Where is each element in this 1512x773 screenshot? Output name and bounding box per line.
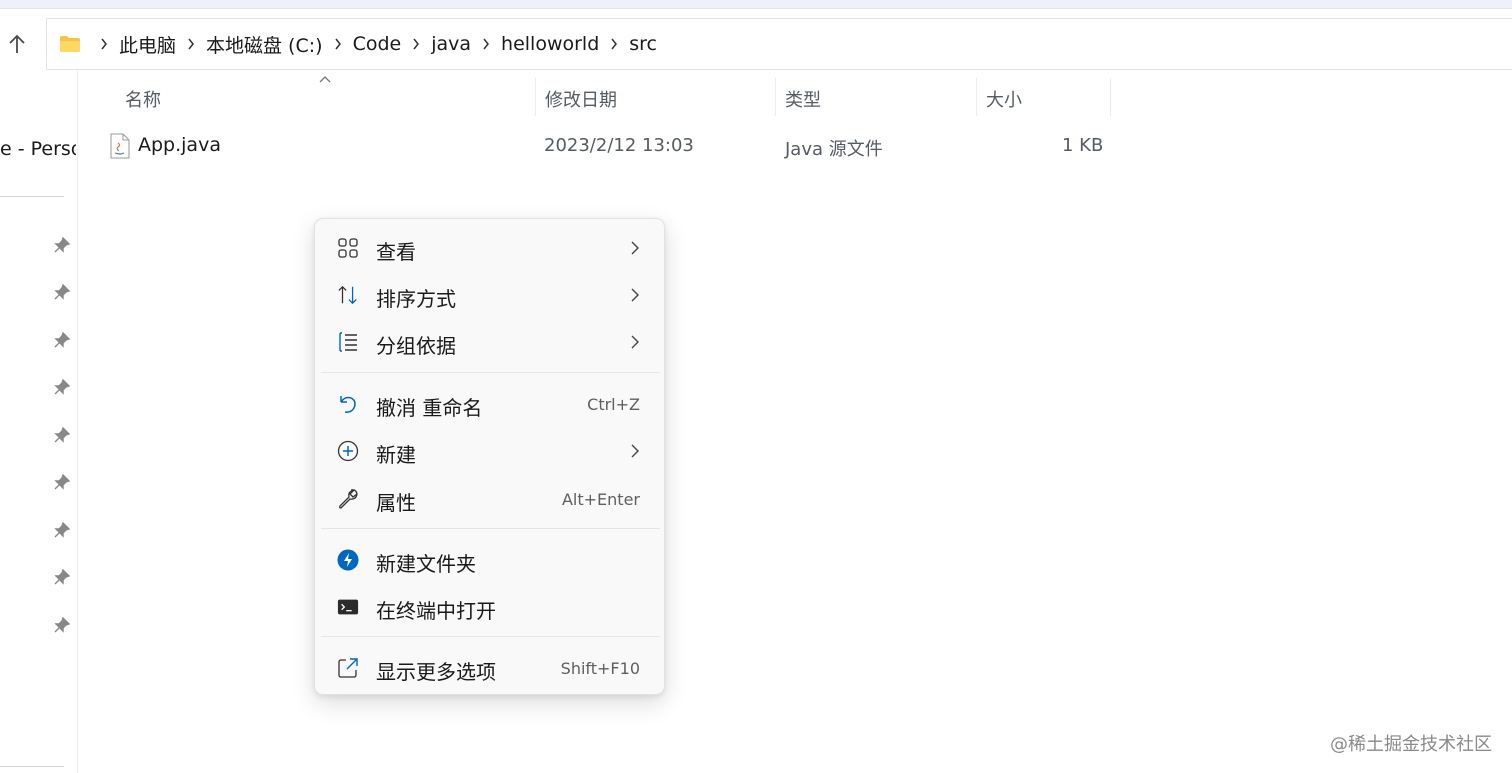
group-list-icon bbox=[337, 331, 359, 353]
breadcrumb-this-pc[interactable]: 此电脑 bbox=[115, 31, 180, 58]
menu-item-shortcut: Alt+Enter bbox=[561, 490, 640, 509]
file-row[interactable]: App.java 2023/2/12 13:03 Java 源文件 1 KB bbox=[104, 126, 1114, 166]
file-modified: 2023/2/12 13:03 bbox=[544, 135, 694, 156]
menu-item-label: 新建 bbox=[376, 443, 416, 467]
breadcrumb-code[interactable]: Code bbox=[349, 33, 406, 55]
chevron-right-icon bbox=[631, 241, 639, 255]
chevron-right-icon bbox=[405, 38, 427, 50]
column-separator[interactable] bbox=[976, 78, 977, 116]
java-file-icon bbox=[110, 133, 130, 159]
menu-item-label: 分组依据 bbox=[376, 334, 456, 358]
folder-icon bbox=[60, 36, 80, 52]
up-button[interactable] bbox=[3, 30, 31, 58]
menu-item-new-folder[interactable]: 新建文件夹 bbox=[321, 538, 660, 582]
chevron-right-icon bbox=[603, 38, 625, 50]
breadcrumb-java[interactable]: java bbox=[427, 33, 475, 55]
pin-icon bbox=[54, 426, 71, 443]
chevron-right-icon bbox=[93, 38, 115, 50]
column-header-modified[interactable]: 修改日期 bbox=[545, 86, 617, 112]
pin-icon bbox=[54, 331, 71, 348]
breadcrumb-local-disk[interactable]: 本地磁盘 (C:) bbox=[202, 31, 327, 58]
menu-item-new[interactable]: 新建 bbox=[321, 429, 660, 473]
column-separator[interactable] bbox=[1110, 78, 1111, 116]
pin-icon bbox=[54, 521, 71, 538]
chevron-right-icon bbox=[180, 38, 202, 50]
menu-separator bbox=[321, 528, 660, 529]
watermark: @稀土掘金技术社区 bbox=[1330, 734, 1492, 755]
new-folder-bolt-icon bbox=[337, 549, 359, 571]
pin-icon bbox=[54, 616, 71, 633]
undo-icon bbox=[337, 393, 359, 415]
pin-icon bbox=[54, 568, 71, 585]
chevron-right-icon bbox=[327, 38, 349, 50]
menu-item-label: 撤消 重命名 bbox=[376, 396, 483, 420]
menu-item-sort[interactable]: 排序方式 bbox=[321, 273, 660, 317]
chevron-right-icon bbox=[631, 444, 639, 458]
menu-item-view[interactable]: 查看 bbox=[321, 226, 660, 270]
pin-icon bbox=[54, 378, 71, 395]
sidebar-divider bbox=[77, 70, 78, 773]
chevron-right-icon bbox=[475, 38, 497, 50]
arrow-up-icon bbox=[9, 34, 25, 53]
chevron-right-icon bbox=[631, 335, 639, 349]
breadcrumb-helloworld[interactable]: helloworld bbox=[497, 33, 603, 55]
column-header-type[interactable]: 类型 bbox=[785, 86, 821, 112]
menu-separator bbox=[321, 636, 660, 637]
menu-item-label: 新建文件夹 bbox=[376, 552, 476, 576]
menu-item-label: 在终端中打开 bbox=[376, 599, 496, 623]
column-header-size[interactable]: 大小 bbox=[986, 86, 1022, 112]
terminal-icon bbox=[337, 596, 359, 618]
menu-item-undo-rename[interactable]: 撤消 重命名 Ctrl+Z bbox=[321, 382, 660, 426]
column-header-name[interactable]: 名称 bbox=[125, 86, 161, 112]
column-separator[interactable] bbox=[775, 78, 776, 116]
menu-item-label: 显示更多选项 bbox=[376, 660, 496, 684]
sidebar-separator bbox=[0, 196, 64, 197]
file-type: Java 源文件 bbox=[785, 139, 883, 160]
menu-item-properties[interactable]: 属性 Alt+Enter bbox=[321, 477, 660, 521]
sort-icon bbox=[337, 284, 359, 306]
menu-item-open-terminal[interactable]: 在终端中打开 bbox=[321, 585, 660, 629]
menu-item-group-by[interactable]: 分组依据 bbox=[321, 320, 660, 364]
menu-item-show-more-options[interactable]: 显示更多选项 Shift+F10 bbox=[321, 646, 660, 690]
file-name: App.java bbox=[138, 134, 221, 156]
menu-separator bbox=[321, 372, 660, 373]
menu-item-label: 排序方式 bbox=[376, 287, 456, 311]
pin-icon bbox=[54, 473, 71, 490]
breadcrumb-src[interactable]: src bbox=[625, 33, 661, 55]
pin-icon bbox=[54, 283, 71, 300]
address-bar[interactable]: 此电脑 本地磁盘 (C:) Code java helloworld src bbox=[46, 18, 1512, 70]
menu-item-label: 查看 bbox=[376, 240, 416, 264]
chevron-right-icon bbox=[631, 288, 639, 302]
open-external-icon bbox=[337, 657, 359, 679]
window-top-strip bbox=[0, 0, 1512, 9]
sort-ascending-icon bbox=[319, 76, 331, 83]
context-menu: 查看 排序方式 分组依据 撤消 重命名 Ctrl+Z 新建 属性 Alt+Ent… bbox=[314, 218, 665, 695]
sidebar-item-onedrive[interactable]: e - Persor bbox=[0, 138, 76, 160]
pin-icon bbox=[54, 236, 71, 253]
menu-item-shortcut: Shift+F10 bbox=[560, 659, 640, 678]
column-separator[interactable] bbox=[535, 78, 536, 116]
add-circle-icon bbox=[337, 440, 359, 462]
menu-item-label: 属性 bbox=[376, 491, 416, 515]
sidebar-separator bbox=[0, 766, 64, 767]
grid-view-icon bbox=[337, 237, 359, 259]
wrench-icon bbox=[337, 488, 359, 510]
menu-item-shortcut: Ctrl+Z bbox=[587, 395, 640, 414]
file-size: 1 KB bbox=[1062, 135, 1104, 156]
